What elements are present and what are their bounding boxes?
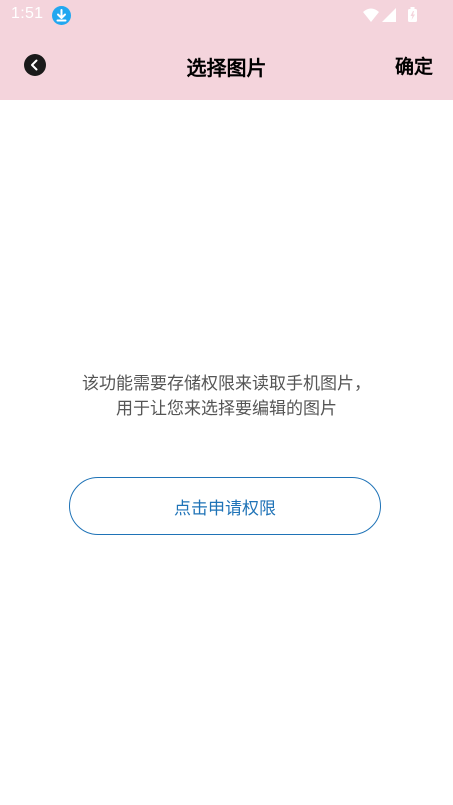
signal-icon [382,8,396,22]
app-bar: 选择图片 确定 [0,30,453,100]
status-icons [362,6,442,24]
wifi-icon [363,8,379,22]
confirm-button[interactable]: 确定 [395,52,433,79]
request-permission-button[interactable]: 点击申请权限 [69,477,381,535]
status-bar: 1:51 [0,0,453,30]
page-title: 选择图片 [186,56,267,80]
status-time: 1:51 [11,5,44,22]
download-icon [52,6,71,25]
battery-charging-icon [408,7,417,22]
permission-message-line-1: 该功能需要存储权限来读取手机图片， [82,374,371,394]
permission-message: 该功能需要存储权限来读取手机图片， 用于让您来选择要编辑的图片 [20,372,433,422]
permission-message-line-2: 用于让您来选择要编辑的图片 [116,399,337,419]
top-area: 1:51 选择图片 确定 [0,0,453,100]
